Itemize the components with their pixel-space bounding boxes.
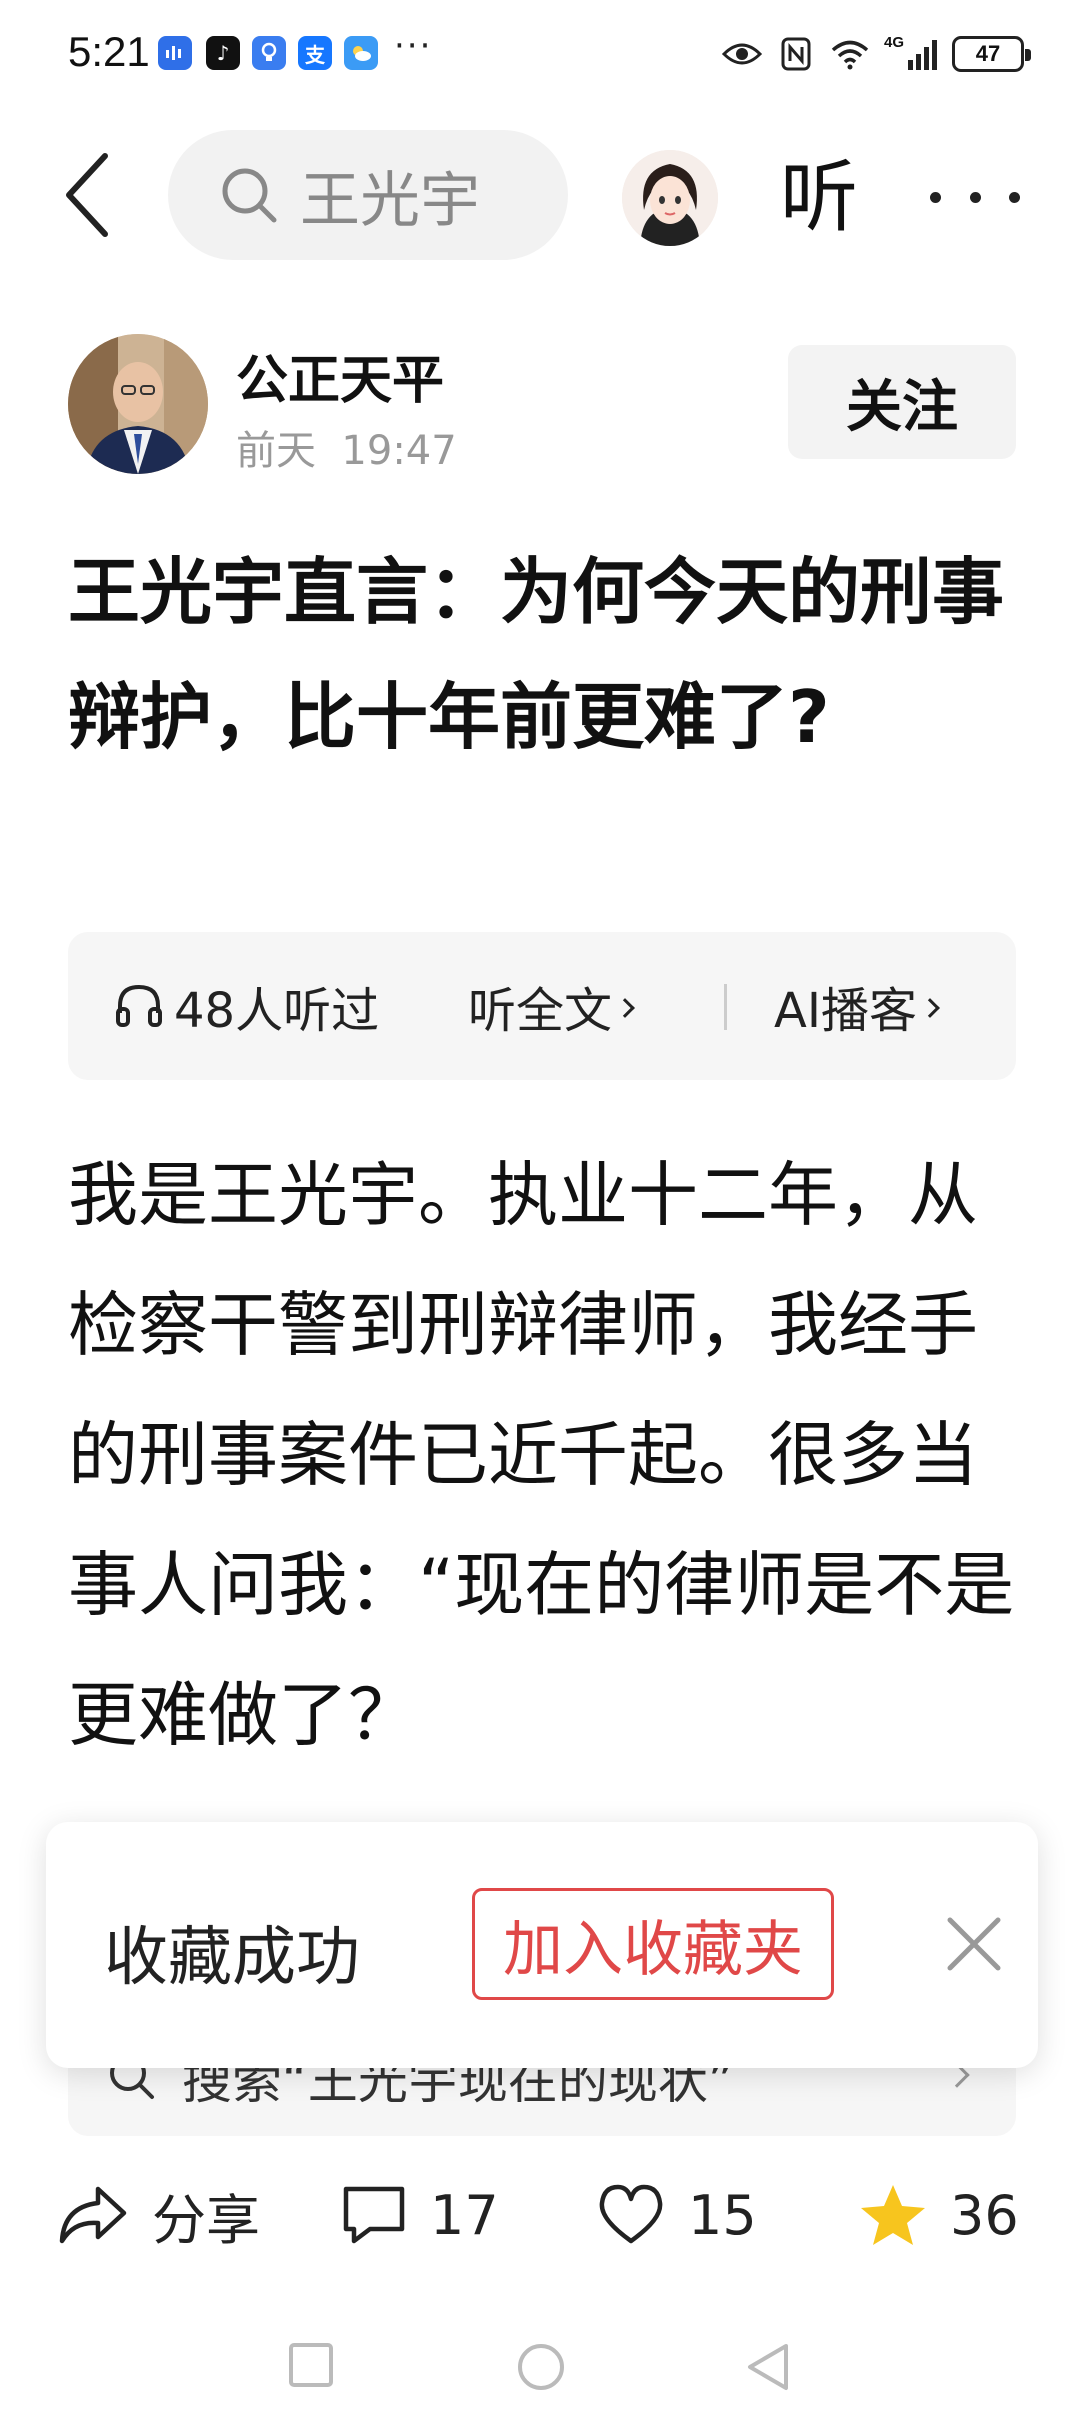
listen-full-text-button[interactable]: 听全文: [468, 932, 635, 1080]
article-title: 王光宇直言：为何今天的刑事辩护，比十年前更难了?: [68, 550, 1005, 759]
system-nav-bar: [0, 2300, 1084, 2412]
author-avatar[interactable]: [68, 334, 208, 474]
triangle-back-icon: [748, 2344, 788, 2390]
article-body: 我是王光宇。执业十二年，从检察干警到刑辩律师，我经手的刑事案件已近千起。很多当事…: [68, 1154, 1015, 1756]
more-dot: [930, 191, 941, 203]
favorite-button[interactable]: 36: [858, 2160, 1019, 2270]
comment-icon: [343, 2186, 405, 2244]
listener-count-label: 48人听过: [174, 983, 380, 1039]
circle-icon: [518, 2344, 564, 2390]
back-nav-button[interactable]: [744, 2342, 790, 2396]
ai-podcast-label: AI播客: [774, 983, 917, 1039]
network-type: 4G: [884, 34, 905, 51]
more-options-button[interactable]: [930, 172, 1020, 222]
chevron-right-icon: [920, 998, 940, 1018]
toast-message: 收藏成功: [104, 1921, 360, 1995]
more-notifications-icon: ···: [394, 26, 433, 66]
listen-full-text-label: 听全文: [468, 983, 613, 1039]
status-icons: 4G 47: [722, 30, 1031, 78]
cellular-signal-icon: 4G: [884, 34, 938, 74]
wifi-icon: [830, 34, 870, 74]
status-time: 5:21: [68, 28, 150, 75]
comment-count: 17: [430, 2183, 499, 2247]
bulb-app-icon: [252, 36, 286, 70]
square-icon: [289, 2343, 333, 2387]
recent-apps-button[interactable]: [288, 2342, 334, 2392]
divider: [724, 984, 727, 1030]
back-button[interactable]: [56, 150, 116, 240]
favorite-toast: 收藏成功 加入收藏夹: [46, 1822, 1038, 2068]
chevron-right-icon: [615, 998, 635, 1018]
like-count: 15: [688, 2183, 757, 2247]
more-dot: [969, 191, 981, 203]
heart-icon: [599, 2184, 663, 2244]
alipay-icon: 支: [298, 36, 332, 70]
share-label: 分享: [152, 2188, 260, 2252]
status-bar: 5:21 ♪ 支 ··· 4G 47: [0, 0, 1084, 110]
add-to-folder-button[interactable]: 加入收藏夹: [472, 1888, 834, 2000]
follow-button[interactable]: 关注: [788, 345, 1016, 459]
comment-button[interactable]: 17: [340, 2160, 499, 2270]
post-timestamp: 前天 19:47: [236, 428, 457, 474]
more-dot: [1009, 191, 1020, 203]
nfc-icon: [776, 34, 816, 74]
share-button[interactable]: 分享: [56, 2160, 260, 2270]
author-name[interactable]: 公正天平: [236, 338, 444, 413]
weather-app-icon: [344, 36, 378, 70]
tiktok-icon: ♪: [206, 36, 240, 70]
back-arrow-icon: [66, 153, 108, 237]
ai-podcast-button[interactable]: AI播客: [774, 932, 940, 1080]
star-icon: [861, 2185, 925, 2245]
search-icon: [222, 168, 277, 223]
eye-icon: [722, 34, 762, 74]
favorite-count: 36: [950, 2183, 1019, 2247]
share-icon: [59, 2186, 127, 2244]
search-query: 王光宇: [300, 165, 480, 236]
ai-assistant-avatar[interactable]: [622, 150, 718, 246]
close-toast-button[interactable]: [936, 1906, 1012, 1982]
battery-indicator: 47: [952, 36, 1031, 72]
action-bar: 分享 17 15 36: [0, 2160, 1084, 2270]
close-icon: [947, 1917, 1001, 1971]
listen-button[interactable]: 听: [780, 150, 858, 246]
audio-app-icon: [158, 36, 192, 70]
headphones-icon: [116, 984, 162, 1027]
home-button[interactable]: [516, 2342, 566, 2396]
like-button[interactable]: 15: [596, 2160, 757, 2270]
search-box[interactable]: 王光宇: [168, 130, 568, 260]
listen-bar: 48人听过 听全文 AI播客: [68, 932, 1016, 1080]
listener-count: 48人听过: [114, 932, 379, 1080]
